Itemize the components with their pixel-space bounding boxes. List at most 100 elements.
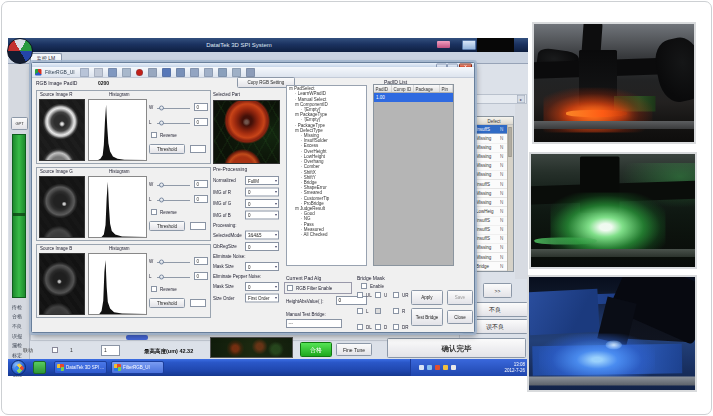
defect-row[interactable]: MissingN — [475, 189, 507, 198]
preprocess-dropdown[interactable]: 0▾ — [245, 242, 279, 251]
reverse-checkbox[interactable] — [151, 209, 157, 215]
l-slider[interactable] — [157, 123, 190, 124]
export-icon[interactable] — [122, 68, 131, 77]
w-slider[interactable] — [157, 262, 190, 263]
defect-row[interactable]: MissingN — [475, 162, 507, 171]
palette-icon[interactable] — [232, 68, 241, 77]
save-disk-icon[interactable] — [108, 68, 117, 77]
open-folder-icon[interactable] — [94, 68, 103, 77]
link-checkbox[interactable] — [52, 347, 58, 353]
preprocess-dropdown[interactable]: 0▾ — [245, 199, 279, 208]
bridge-mask-checkbox[interactable] — [375, 324, 381, 330]
enable-checkbox[interactable] — [361, 283, 367, 289]
bridge-mask-checkbox[interactable] — [375, 308, 381, 314]
preprocess-dropdown[interactable]: 0▾ — [245, 211, 279, 220]
threshold-value-input[interactable] — [190, 222, 206, 230]
rgb-filter-checkbox[interactable] — [287, 285, 293, 291]
more-button[interactable]: >> — [483, 283, 512, 298]
bridge-mask-checkbox[interactable] — [357, 324, 363, 330]
left-panel-label[interactable]: 不良 — [9, 321, 30, 331]
defect-row[interactable]: InsuffSN — [475, 235, 507, 244]
w-value-input[interactable]: 0 — [194, 257, 208, 265]
defect-row[interactable]: MissingN — [475, 171, 507, 180]
left-panel-label[interactable]: 合格 — [9, 312, 30, 322]
pad-table-selected-row[interactable]: 1.00 — [374, 93, 453, 102]
preprocess-dropdown[interactable]: 3&4&5▾ — [245, 231, 279, 240]
reverse-checkbox[interactable] — [151, 286, 157, 292]
confirm-button[interactable]: 确认完毕 — [387, 338, 526, 358]
threshold-button[interactable]: Threshold — [149, 298, 185, 308]
slider-knob[interactable] — [159, 260, 164, 265]
tree-item[interactable]: · All Checked — [287, 232, 366, 237]
bridge-mask-checkbox[interactable] — [393, 324, 399, 330]
w-value-input[interactable]: 0 — [194, 103, 208, 111]
defect-row[interactable]: MissingN — [475, 244, 507, 253]
update-icon[interactable] — [443, 365, 448, 370]
new-doc-icon[interactable] — [80, 68, 89, 77]
help-icon[interactable] — [246, 68, 255, 77]
image-view-icon[interactable] — [176, 68, 185, 77]
start-button[interactable] — [11, 360, 26, 375]
measure-icon[interactable] — [204, 68, 213, 77]
defect-row[interactable]: LowHeigN — [475, 207, 507, 216]
close-dialog-button[interactable]: Close — [447, 310, 473, 324]
threshold-value-input[interactable] — [190, 145, 206, 153]
taskbar-item-dialog[interactable]: FilterRGB_UI — [111, 361, 164, 374]
pass-button[interactable]: 合格 — [300, 342, 332, 357]
preprocess-dropdown[interactable]: First Order▾ — [245, 294, 279, 303]
defect-row[interactable]: InsuffSN — [475, 180, 507, 189]
quick-launch-icon[interactable] — [33, 361, 46, 374]
taskbar-item-main-app[interactable]: DataiTek 3D SPI ... — [54, 361, 107, 374]
network-icon[interactable] — [427, 365, 432, 370]
slider-knob[interactable] — [159, 121, 164, 126]
l-slider[interactable] — [157, 200, 190, 201]
bridge-mask-checkbox[interactable] — [357, 292, 363, 298]
layout-icon[interactable] — [190, 68, 199, 77]
left-panel-label[interactable]: 待检 — [9, 302, 30, 312]
l-slider[interactable] — [157, 277, 190, 278]
fine-tune-button[interactable]: Fine Tune — [336, 343, 372, 356]
w-slider[interactable] — [157, 108, 190, 109]
preprocess-dropdown[interactable]: 0▾ — [245, 282, 279, 291]
threshold-button[interactable]: Threshold — [149, 221, 185, 231]
defect-row[interactable]: BridgeN — [475, 262, 507, 271]
defect-row[interactable]: MissingN — [475, 253, 507, 262]
pad-table-header[interactable]: Comp ID — [392, 85, 414, 93]
defect-row[interactable]: InsuffSN — [475, 216, 507, 225]
apply-button[interactable]: Apply — [411, 290, 443, 305]
defect-row[interactable]: MissingN — [475, 143, 507, 152]
pad-table-header[interactable]: Package — [414, 85, 440, 93]
defect-row[interactable]: MissingN — [475, 134, 507, 143]
left-panel-label[interactable]: 误报 — [9, 331, 30, 341]
left-panel-button[interactable]: GPT — [11, 117, 28, 130]
defect-table-scrollbar[interactable] — [507, 125, 513, 271]
bridge-mask-checkbox[interactable] — [375, 292, 381, 298]
pad-table-header[interactable]: Pin — [440, 85, 453, 93]
antivirus-icon[interactable] — [435, 365, 440, 370]
l-value-input[interactable]: 0 — [194, 272, 208, 280]
count-input[interactable]: 1 — [101, 345, 120, 356]
scrollbar-thumb[interactable] — [509, 127, 512, 157]
titlebar-button[interactable] — [462, 40, 476, 50]
save-button[interactable]: Save — [447, 290, 473, 305]
pad-table-header[interactable]: PadID — [374, 85, 392, 93]
preprocess-dropdown[interactable]: 0▾ — [245, 262, 279, 271]
reverse-checkbox[interactable] — [151, 132, 157, 138]
language-icon[interactable] — [451, 365, 456, 370]
defect-row[interactable]: MissingN — [475, 152, 507, 161]
threshold-button[interactable]: Threshold — [149, 144, 185, 154]
bridge-mask-checkbox[interactable] — [357, 308, 363, 314]
test-bridge-button[interactable]: Test Bridge — [411, 308, 443, 326]
horizontal-scrollbar-thumb[interactable] — [126, 335, 148, 340]
preprocess-dropdown[interactable]: 0▾ — [245, 188, 279, 197]
camera-icon[interactable] — [148, 68, 157, 77]
slider-knob[interactable] — [159, 183, 164, 188]
bridge-mask-checkbox[interactable] — [393, 292, 399, 298]
threshold-value-input[interactable] — [190, 299, 206, 307]
defect-row[interactable]: MissingN — [475, 198, 507, 207]
manual-test-bridge-input[interactable]: --- — [286, 319, 342, 328]
wrench-icon[interactable] — [218, 68, 227, 77]
record-icon[interactable] — [136, 69, 143, 76]
l-value-input[interactable]: 0 — [194, 118, 208, 126]
bridge-mask-checkbox[interactable] — [393, 308, 399, 314]
